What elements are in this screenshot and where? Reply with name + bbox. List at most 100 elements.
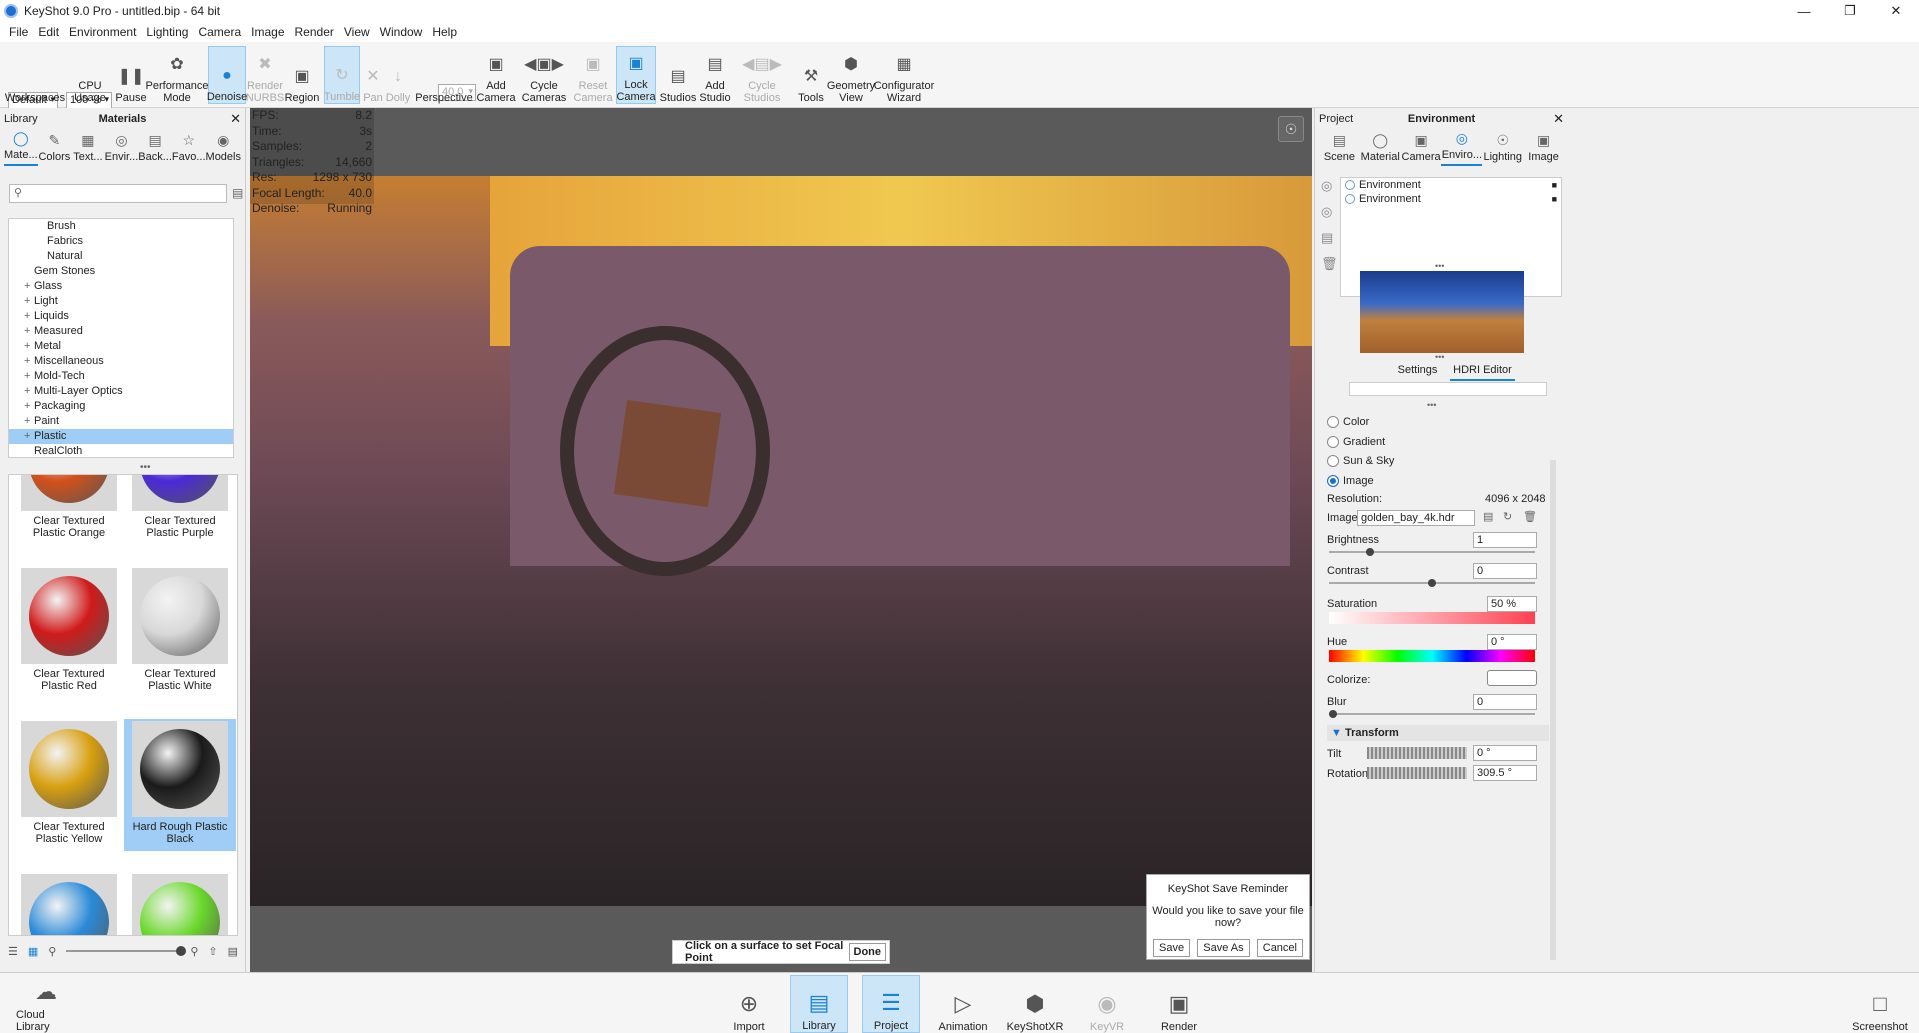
tree-item[interactable]: + Mold-Tech (9, 369, 233, 384)
material-thumbnail[interactable]: Clear Textured Plastic Yellow (13, 719, 125, 851)
tree-item[interactable]: + Liquids (9, 309, 233, 324)
menu-window[interactable]: Window (375, 25, 428, 39)
splitter-handle[interactable]: ••• (140, 462, 151, 473)
library-folder-icon[interactable]: ▤ (232, 186, 243, 200)
library-search-input[interactable]: ⚲ (9, 184, 227, 203)
saturation-input[interactable]: 50 % (1487, 596, 1537, 612)
hdri-pins-list[interactable] (1349, 382, 1547, 396)
tab-image[interactable]: ▣ Image (1523, 130, 1564, 166)
list-item[interactable]: Environment ■ (1341, 192, 1561, 206)
menu-lighting[interactable]: Lighting (141, 25, 193, 39)
expand-icon[interactable]: + (24, 369, 34, 384)
tree-item[interactable]: + Miscellaneous (9, 354, 233, 369)
delete-image-icon[interactable]: 🗑 (1523, 510, 1537, 523)
expand-icon[interactable]: + (24, 429, 34, 444)
restore-icon[interactable]: ❐ (1827, 0, 1873, 22)
tab-material[interactable]: ◯ Material (1360, 130, 1401, 166)
tree-item[interactable]: + Packaging (9, 399, 233, 414)
tab-colors[interactable]: ✎ Colors (38, 130, 72, 166)
delete-environment-icon[interactable]: 🗑 (1321, 256, 1338, 272)
close-icon[interactable]: ✕ (1873, 0, 1919, 22)
menu-environment[interactable]: Environment (64, 25, 141, 39)
project-button[interactable]: ☰ Project (862, 975, 920, 1033)
tab-hdri-editor[interactable]: HDRI Editor (1450, 364, 1515, 381)
tilt-input[interactable]: 0 ° (1473, 745, 1537, 761)
brightness-knob[interactable] (1366, 548, 1375, 556)
menu-render[interactable]: Render (290, 25, 339, 39)
expand-icon[interactable]: + (24, 399, 34, 414)
radio-gradient[interactable]: Gradient (1327, 436, 1385, 448)
geometry-view-button[interactable]: ⬢ Geometry View (827, 46, 875, 105)
transform-section-header[interactable]: ▼ Transform (1327, 725, 1549, 741)
workspaces-button[interactable]: Workspaces (5, 46, 65, 104)
library-button[interactable]: ▤ Library (790, 975, 848, 1033)
brightness-slider[interactable] (1329, 548, 1535, 556)
menu-image[interactable]: Image (246, 25, 289, 39)
save-button[interactable]: Save (1153, 939, 1191, 957)
lock-camera-button[interactable]: ▣ Lock Camera (616, 46, 656, 104)
tree-item[interactable]: Fabrics (9, 234, 233, 249)
tab-environment[interactable]: ◎ Enviro... (1441, 130, 1483, 166)
blur-input[interactable]: 0 (1473, 694, 1537, 710)
expand-icon[interactable]: + (24, 294, 34, 309)
performance-mode-button[interactable]: ✿ Performance Mode (146, 46, 209, 105)
contrast-input[interactable]: 0 (1473, 563, 1537, 579)
lock-icon[interactable]: ■ (1552, 178, 1557, 192)
pause-button[interactable]: ❚❚ Pause (115, 46, 146, 105)
grid-view-icon[interactable]: ▦ (28, 945, 38, 958)
thumbnail-size-knob[interactable] (176, 946, 187, 956)
list-item[interactable]: Environment ■ (1341, 178, 1561, 192)
tree-item[interactable]: + Paint (9, 414, 233, 429)
minimize-icon[interactable]: — (1781, 0, 1827, 22)
material-thumbnail[interactable] (124, 872, 236, 935)
reload-icon[interactable]: ↻ (1503, 510, 1512, 523)
import-folder-icon[interactable]: ▤ (228, 945, 238, 958)
tree-item[interactable]: + Plastic (9, 429, 233, 444)
expand-icon[interactable]: + (24, 339, 34, 354)
screenshot-button[interactable]: □ Screenshot (1848, 975, 1912, 1033)
list-view-icon[interactable]: ☰ (8, 945, 18, 958)
render-image[interactable] (250, 176, 1312, 906)
lock-icon[interactable]: ■ (1552, 192, 1557, 206)
splitter-handle[interactable]: ••• (1427, 400, 1436, 410)
thumbnail-size-slider[interactable] (66, 946, 187, 956)
add-camera-button[interactable]: ▣ Add Camera (476, 46, 515, 105)
brightness-input[interactable]: 1 (1473, 532, 1537, 548)
zoom-out-icon[interactable]: ⚲ (48, 945, 56, 958)
expand-icon[interactable]: + (24, 354, 34, 369)
tree-item[interactable]: Natural (9, 249, 233, 264)
expand-icon[interactable]: + (24, 324, 34, 339)
viewport-camera-icon[interactable]: ☉ (1278, 116, 1304, 142)
menu-edit[interactable]: Edit (33, 25, 64, 39)
splitter-handle[interactable]: ••• (1435, 261, 1444, 271)
saturation-bar[interactable] (1329, 612, 1535, 624)
add-environment-icon[interactable]: ◎ (1321, 178, 1338, 194)
tree-item[interactable]: + Multi-Layer Optics (9, 384, 233, 399)
hue-bar[interactable] (1329, 650, 1535, 662)
tree-item[interactable]: + Glass (9, 279, 233, 294)
tab-scene[interactable]: ▤ Scene (1319, 130, 1360, 166)
colorize-swatch[interactable] (1487, 670, 1537, 686)
keyshotxr-button[interactable]: ⬢ KeyShotXR (1004, 975, 1066, 1033)
tab-textures[interactable]: ▦ Text... (71, 130, 105, 166)
expand-icon[interactable]: + (24, 309, 34, 324)
tree-item[interactable]: Brush (9, 219, 233, 234)
blur-slider[interactable] (1329, 710, 1535, 718)
splitter-handle[interactable]: ••• (1435, 352, 1444, 362)
tree-item[interactable]: + Measured (9, 324, 233, 339)
library-close-icon[interactable]: ✕ (230, 111, 241, 127)
tab-models[interactable]: ◉ Models (206, 130, 241, 166)
rotation-input[interactable]: 309.5 ° (1473, 765, 1537, 781)
menu-view[interactable]: View (339, 25, 375, 39)
cloud-library-button[interactable]: ☁ Cloud Library (16, 975, 76, 1033)
duplicate-environment-icon[interactable]: ◎ (1321, 204, 1338, 220)
contrast-knob[interactable] (1428, 579, 1436, 587)
render-viewport[interactable]: FPS: 8.2 Time: 3s Samples: 2 Triangles: 14,660 R… (250, 108, 1312, 972)
region-button[interactable]: ▣ Region (284, 46, 320, 105)
tab-backplates[interactable]: ▤ Back... (138, 130, 172, 166)
menu-file[interactable]: File (4, 25, 33, 39)
tools-button[interactable]: ⚒ Tools (796, 46, 826, 105)
material-thumbnail[interactable]: Clear Textured Plastic White (124, 566, 236, 698)
tree-item[interactable]: RealCloth (9, 444, 233, 457)
pan-button[interactable]: ✕ Pan (362, 46, 384, 105)
